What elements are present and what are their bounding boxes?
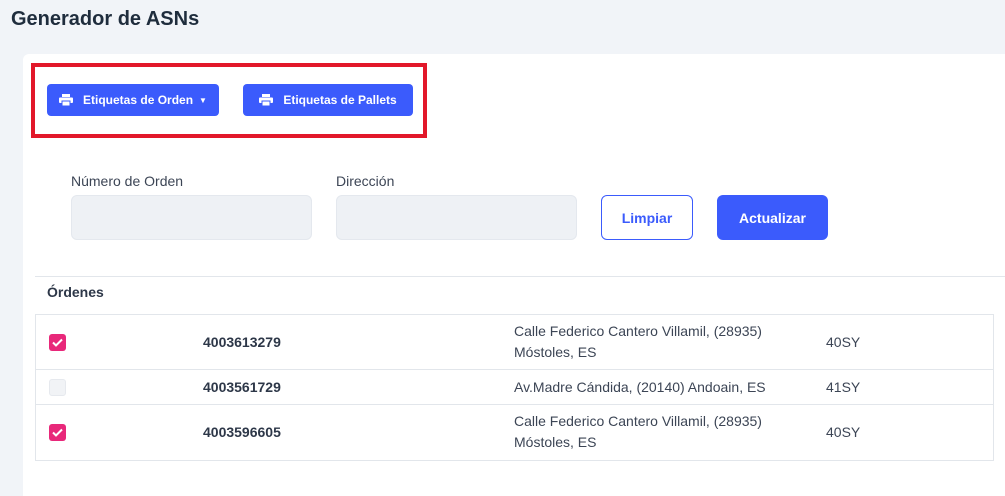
page-title: Generador de ASNs bbox=[11, 8, 200, 30]
update-button[interactable]: Actualizar bbox=[717, 195, 828, 240]
printer-icon bbox=[259, 94, 274, 107]
table-row[interactable]: 4003561729 Av.Madre Cándida, (20140) And… bbox=[36, 370, 993, 405]
order-address: Calle Federico Cantero Villamil, (28935)… bbox=[514, 411, 794, 453]
address-input[interactable] bbox=[336, 195, 577, 240]
order-number: 4003596605 bbox=[203, 424, 281, 440]
chevron-down-icon: ▼ bbox=[199, 95, 207, 105]
order-number-input[interactable] bbox=[71, 195, 312, 240]
order-number: 4003561729 bbox=[203, 379, 281, 395]
order-code: 41SY bbox=[826, 379, 861, 395]
address-line-1: Av.Madre Cándida, (20140) Andoain, ES bbox=[514, 379, 766, 395]
check-icon bbox=[52, 428, 63, 437]
address-label: Dirección bbox=[336, 173, 395, 189]
check-icon bbox=[52, 338, 63, 347]
row-checkbox[interactable] bbox=[49, 379, 66, 396]
table-row[interactable]: 4003613279 Calle Federico Cantero Villam… bbox=[36, 315, 993, 370]
order-number-label: Número de Orden bbox=[71, 173, 184, 189]
orders-table: 4003613279 Calle Federico Cantero Villam… bbox=[35, 314, 994, 461]
order-code: 40SY bbox=[826, 424, 861, 440]
address-line-1: Calle Federico Cantero Villamil, (28935) bbox=[514, 413, 762, 429]
address-line-1: Calle Federico Cantero Villamil, (28935) bbox=[514, 323, 762, 339]
pallet-labels-text: Etiquetas de Pallets bbox=[283, 93, 397, 107]
orders-section-title: Órdenes bbox=[47, 284, 104, 300]
printer-icon bbox=[59, 94, 74, 107]
order-labels-button[interactable]: Etiquetas de Orden ▼ bbox=[47, 84, 219, 116]
order-labels-text: Etiquetas de Orden bbox=[83, 93, 194, 107]
pallet-labels-button[interactable]: Etiquetas de Pallets bbox=[243, 84, 413, 116]
order-address: Calle Federico Cantero Villamil, (28935)… bbox=[514, 321, 794, 363]
row-checkbox[interactable] bbox=[49, 334, 66, 351]
address-line-2: Móstoles, ES bbox=[514, 344, 597, 360]
order-code: 40SY bbox=[826, 334, 861, 350]
row-checkbox[interactable] bbox=[49, 424, 66, 441]
order-address: Av.Madre Cándida, (20140) Andoain, ES bbox=[514, 377, 794, 398]
order-number: 4003613279 bbox=[203, 334, 281, 350]
address-line-2: Móstoles, ES bbox=[514, 434, 597, 450]
section-divider bbox=[35, 276, 1005, 277]
clear-button[interactable]: Limpiar bbox=[601, 195, 693, 240]
table-row[interactable]: 4003596605 Calle Federico Cantero Villam… bbox=[36, 405, 993, 460]
